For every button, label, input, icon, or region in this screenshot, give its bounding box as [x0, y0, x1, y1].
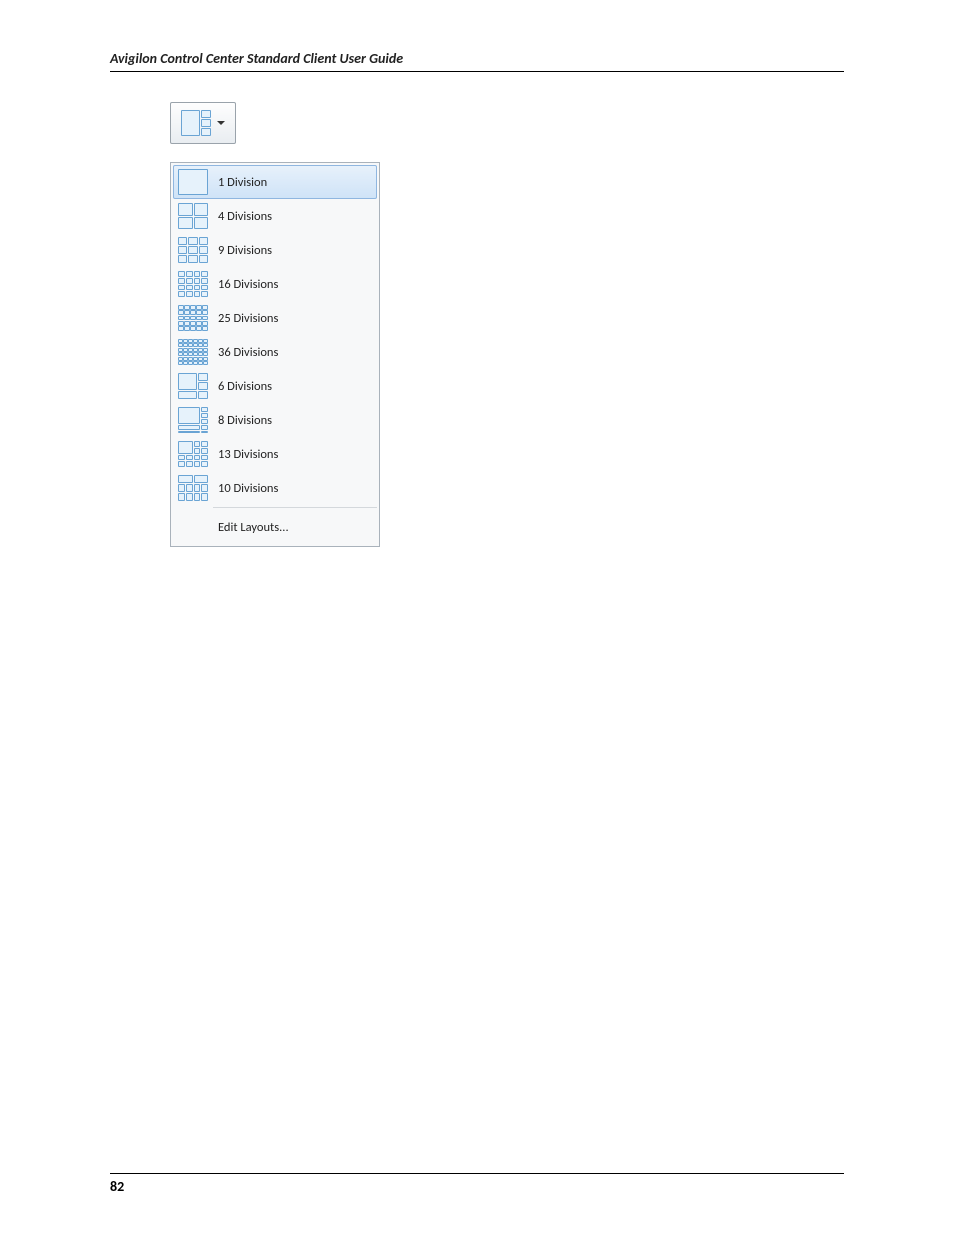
layout-dropdown-button[interactable]	[170, 102, 236, 144]
layout-g25-icon	[178, 305, 208, 331]
page-number: 82	[110, 1178, 124, 1195]
layout-option[interactable]: 25 Divisions	[173, 301, 377, 335]
layout-option-label: 36 Divisions	[218, 345, 278, 360]
layout-option-label: 9 Divisions	[218, 243, 272, 258]
layout-g1-icon	[178, 169, 208, 195]
edit-layouts-option[interactable]: Edit Layouts...	[173, 510, 377, 544]
layout-option-label: 10 Divisions	[218, 481, 278, 496]
layout-option-label: 25 Divisions	[218, 311, 278, 326]
layout-option[interactable]: 9 Divisions	[173, 233, 377, 267]
document-page: Avigilon Control Center Standard Client …	[0, 0, 954, 1235]
page-footer: 82	[110, 1173, 844, 1195]
layout-g8-icon	[178, 407, 208, 433]
menu-separator	[213, 507, 377, 508]
layout-option-label: 8 Divisions	[218, 413, 272, 428]
layout-g13-icon	[178, 441, 208, 467]
layout-option-label: 1 Division	[218, 175, 267, 190]
layout-option-label: 6 Divisions	[218, 379, 272, 394]
layout-option[interactable]: 8 Divisions	[173, 403, 377, 437]
layout-g9-icon	[178, 237, 208, 263]
layout-option[interactable]: 6 Divisions	[173, 369, 377, 403]
layout-option[interactable]: 10 Divisions	[173, 471, 377, 505]
screenshot-figure: 1 Division 4 Divisions 9 Divisions 16 Divis…	[170, 102, 844, 547]
layout-option[interactable]: 1 Division	[173, 165, 377, 199]
layout-option[interactable]: 4 Divisions	[173, 199, 377, 233]
layout-option-label: 13 Divisions	[218, 447, 278, 462]
layout-option-label: 4 Divisions	[218, 209, 272, 224]
blank-icon	[178, 514, 208, 540]
layout-option[interactable]: 36 Divisions	[173, 335, 377, 369]
layout-g6-icon	[178, 373, 208, 399]
edit-layouts-label: Edit Layouts...	[218, 520, 289, 535]
layout-g10-icon	[178, 475, 208, 501]
layout-g16-icon	[178, 271, 208, 297]
layout-option[interactable]: 13 Divisions	[173, 437, 377, 471]
layout-dropdown-menu: 1 Division 4 Divisions 9 Divisions 16 Divis…	[170, 162, 380, 547]
layout-g4-icon	[178, 203, 208, 229]
page-header: Avigilon Control Center Standard Client …	[110, 50, 844, 72]
layout-g36-icon	[178, 339, 208, 365]
layout-option[interactable]: 16 Divisions	[173, 267, 377, 301]
chevron-down-icon	[217, 121, 225, 125]
layout-option-label: 16 Divisions	[218, 277, 278, 292]
layout-6-icon	[181, 110, 211, 136]
